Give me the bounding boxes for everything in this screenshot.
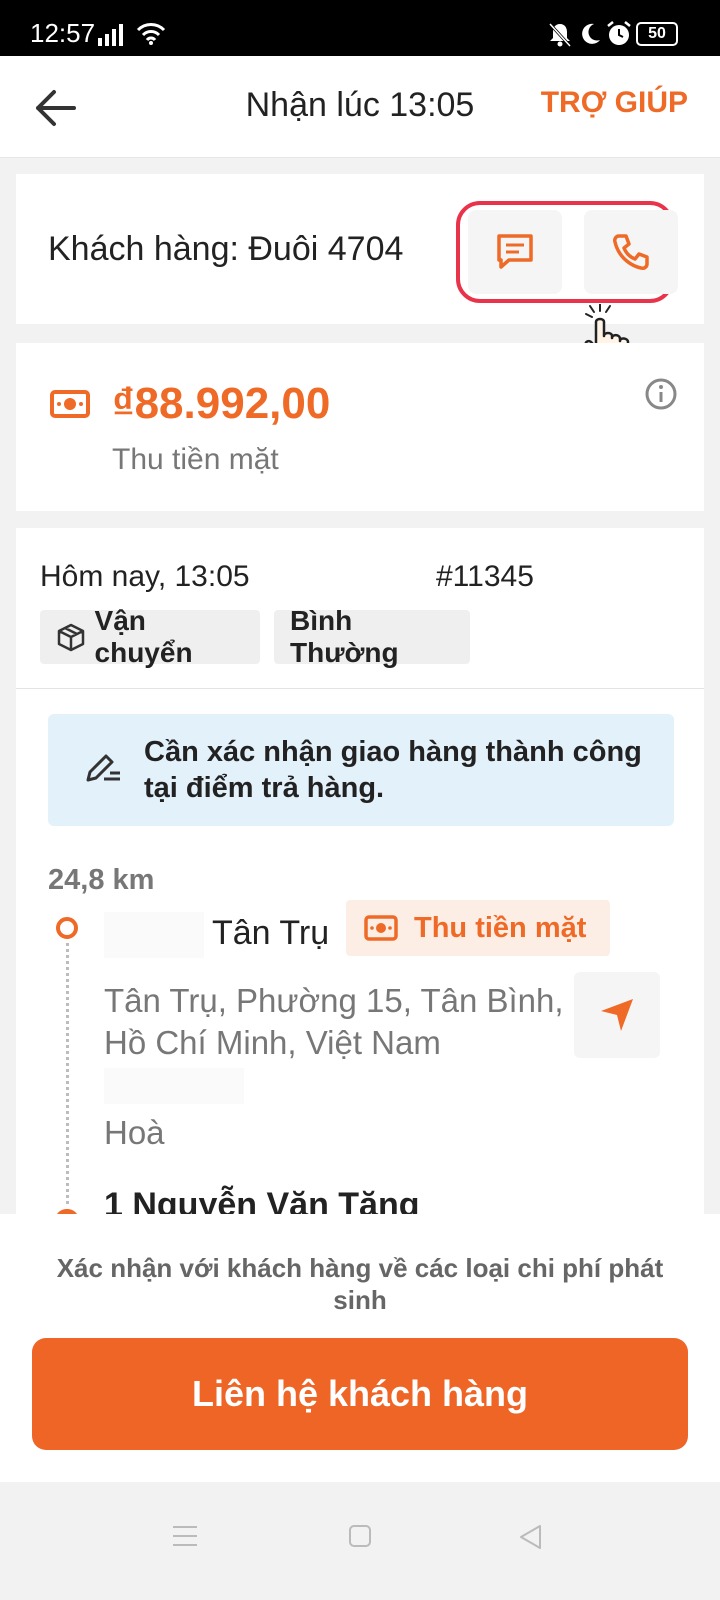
payment-amount: ₫88.992,00	[112, 379, 331, 428]
pickup-name-redaction	[104, 912, 204, 958]
help-link[interactable]: TRỢ GIÚP	[541, 86, 688, 120]
info-icon[interactable]	[644, 377, 678, 411]
order-id: #11345	[436, 560, 534, 593]
system-nav-bar	[0, 1482, 720, 1600]
pickup-name: Tân Trụ	[212, 914, 330, 952]
navigation-arrow-icon	[601, 999, 633, 1031]
phone-icon	[613, 234, 649, 270]
status-bar: 12:57 50	[0, 0, 720, 56]
app-header: Nhận lúc 13:05 TRỢ GIÚP	[0, 56, 720, 158]
tag-shipping: Vận chuyển	[40, 605, 260, 668]
route-distance: 24,8 km	[48, 864, 155, 896]
wifi-icon	[136, 23, 166, 45]
tag-priority-label: Bình Thường	[290, 605, 399, 668]
tag-priority: Bình Thường	[274, 605, 470, 668]
pickup-cash-label: Thu tiền mặt	[414, 911, 587, 944]
status-time: 12:57	[30, 18, 96, 48]
notice-text: Cần xác nhận giao hàng thành công tại đi…	[144, 736, 642, 804]
edit-icon	[86, 754, 120, 782]
chat-button[interactable]	[468, 210, 562, 294]
pickup-dot-icon	[56, 917, 78, 939]
menu-icon[interactable]	[172, 1524, 198, 1548]
divider	[16, 688, 704, 689]
order-detail-card: Hôm nay, 13:05 #11345 Vận chuyển Bình Th…	[16, 528, 704, 1241]
payment-card: ₫88.992,00 Thu tiền mặt	[16, 343, 704, 511]
navigate-button[interactable]	[574, 972, 660, 1058]
route-line	[66, 936, 69, 1204]
bottom-panel: Xác nhận với khách hàng về các loại chi …	[0, 1214, 720, 1482]
cash-icon	[364, 915, 398, 941]
contact-customer-button[interactable]: Liên hệ khách hàng	[32, 1338, 688, 1450]
address-redaction	[104, 1068, 244, 1104]
customer-name: Khách hàng: Đuôi 4704	[48, 230, 404, 268]
mute-icon	[548, 22, 572, 48]
box-icon	[57, 623, 85, 652]
battery-level: 50	[648, 25, 666, 42]
pickup-note: Hoà	[104, 1114, 165, 1151]
tag-shipping-label: Vận chuyển	[94, 605, 193, 668]
confirm-note: Xác nhận với khách hàng về các loại chi …	[56, 1253, 664, 1315]
pickup-address: Tân Trụ, Phường 15, Tân Bình, Hồ Chí Min…	[104, 982, 564, 1061]
call-button[interactable]	[584, 210, 678, 294]
back-triangle-icon[interactable]	[518, 1524, 542, 1550]
delivery-notice: Cần xác nhận giao hàng thành công tại đi…	[48, 714, 674, 826]
signal-icon	[98, 24, 123, 46]
pickup-cash-badge: Thu tiền mặt	[346, 900, 610, 956]
battery-icon: 50	[636, 22, 678, 46]
moon-icon	[582, 23, 600, 44]
chat-icon	[497, 234, 533, 269]
order-time: Hôm nay, 13:05	[40, 560, 250, 593]
order-id-redaction	[546, 554, 696, 596]
customer-card: Khách hàng: Đuôi 4704	[16, 174, 704, 324]
payment-method: Thu tiền mặt	[112, 443, 279, 476]
alarm-icon	[607, 21, 631, 45]
home-icon[interactable]	[348, 1524, 372, 1548]
cash-icon	[50, 390, 90, 418]
